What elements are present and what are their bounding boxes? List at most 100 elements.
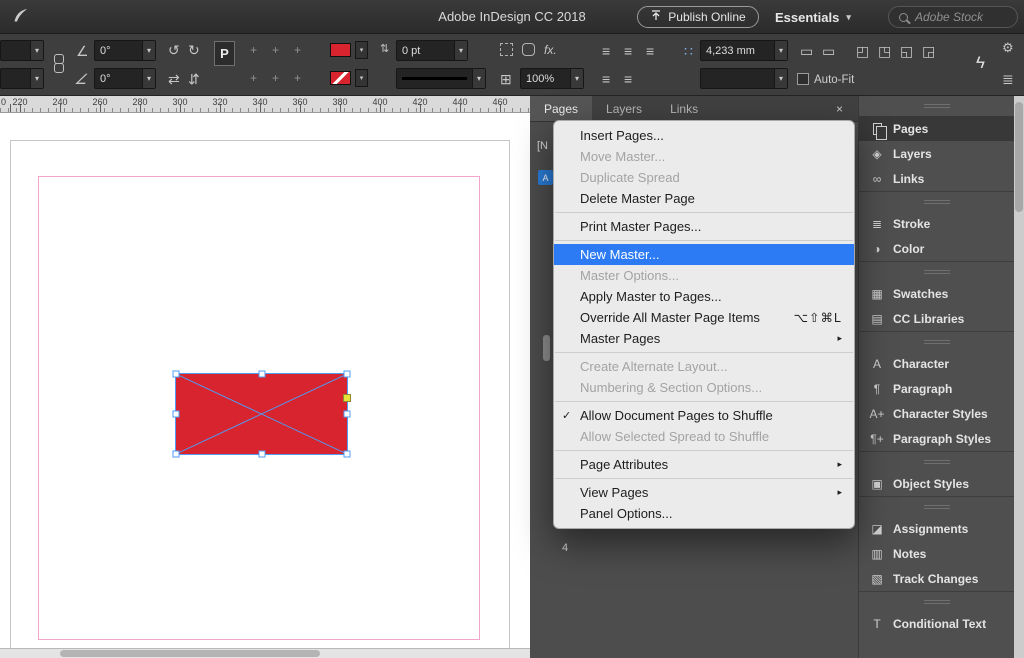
- transform-option-icon[interactable]: +: [272, 44, 279, 56]
- frame-handle-bottom-right[interactable]: [343, 450, 351, 458]
- fit-frame-icon[interactable]: ▭: [822, 44, 835, 58]
- horizontal-scrollbar-thumb[interactable]: [60, 650, 320, 657]
- space-evenly-icon[interactable]: ≡: [624, 72, 632, 86]
- dock-scrollbar-thumb[interactable]: [1015, 102, 1023, 212]
- preview-grid-icon[interactable]: ⊞: [500, 72, 512, 86]
- fill-color-swatch[interactable]: [330, 43, 351, 57]
- menu-item-panel-options[interactable]: Panel Options...: [554, 503, 854, 524]
- stroke-style-dropdown[interactable]: ▾: [396, 68, 486, 89]
- panel-group-grip[interactable]: [859, 496, 1014, 516]
- align-right-edge-icon[interactable]: ◳: [878, 44, 891, 58]
- menu-item-new-master[interactable]: New Master...: [554, 244, 854, 265]
- menu-item-delete-master-page[interactable]: Delete Master Page: [554, 188, 854, 209]
- tab-layers[interactable]: Layers: [592, 96, 656, 121]
- frame-handle-middle-right[interactable]: [343, 410, 351, 418]
- panel-group-grip[interactable]: [859, 451, 1014, 471]
- corner-options-handle[interactable]: [343, 394, 351, 402]
- align-left-edge-icon[interactable]: ◲: [922, 44, 935, 58]
- dock-scrollbar[interactable]: [1014, 96, 1024, 658]
- fill-swatch-menu[interactable]: ▾: [355, 41, 368, 59]
- frame-handle-bottom-left[interactable]: [172, 450, 180, 458]
- panel-item-pages[interactable]: Pages: [859, 116, 1014, 141]
- frame-handle-bottom-center[interactable]: [258, 450, 265, 458]
- quick-apply-lightning-icon[interactable]: ϟ: [976, 54, 985, 71]
- menu-item-page-attributes[interactable]: Page Attributes ▸: [554, 454, 854, 475]
- panel-group-grip[interactable]: [859, 191, 1014, 211]
- pages-panel-scrollbar-thumb[interactable]: [543, 335, 550, 361]
- frame-handle-top-center[interactable]: [258, 370, 265, 378]
- frame-handle-middle-left[interactable]: [172, 410, 180, 418]
- panel-item-notes[interactable]: ▥ Notes: [859, 541, 1014, 566]
- corner-size-field[interactable]: 4,233 mm ▾: [700, 40, 788, 61]
- menu-item-allow-document-pages-to-shuffle[interactable]: ✓ Allow Document Pages to Shuffle: [554, 405, 854, 426]
- auto-fit-checkbox[interactable]: [797, 73, 809, 85]
- panel-item-swatches[interactable]: ▦ Swatches: [859, 281, 1014, 306]
- document-canvas[interactable]: [0, 113, 530, 658]
- align-bottom-edge-icon[interactable]: ◱: [900, 44, 913, 58]
- reference-point-badge[interactable]: P: [214, 41, 235, 66]
- zoom-level-field[interactable]: 100% ▾: [520, 68, 584, 89]
- distribute-icon[interactable]: ≡: [602, 72, 610, 86]
- horizontal-scrollbar[interactable]: [0, 648, 530, 658]
- panel-item-object-styles[interactable]: ▣ Object Styles: [859, 471, 1014, 496]
- fitting-reference-dropdown[interactable]: ▾: [700, 68, 788, 89]
- scale-y-field[interactable]: ▾: [0, 68, 44, 89]
- rotation-angle-field[interactable]: 0° ▾: [94, 40, 156, 61]
- publish-online-button[interactable]: Publish Online: [637, 6, 759, 28]
- panel-group-grip[interactable]: [859, 96, 1014, 116]
- fit-content-icon[interactable]: ▭: [800, 44, 813, 58]
- a-master-chip[interactable]: A: [538, 170, 553, 185]
- stroke-weight-spinner-icon[interactable]: ⇅: [380, 44, 389, 55]
- panel-item-assignments[interactable]: ◪ Assignments: [859, 516, 1014, 541]
- transform-option-icon[interactable]: +: [250, 72, 257, 84]
- panel-item-paragraph-styles[interactable]: ¶+ Paragraph Styles: [859, 426, 1014, 451]
- frame-handle-top-right[interactable]: [343, 370, 351, 378]
- control-bar-menu-icon[interactable]: ≣: [1002, 72, 1014, 86]
- shear-angle-field[interactable]: 0° ▾: [94, 68, 156, 89]
- panel-item-color[interactable]: ◑ Color: [859, 236, 1014, 261]
- rotate-ccw-icon[interactable]: ↺: [168, 43, 180, 57]
- panel-item-stroke[interactable]: ≣ Stroke: [859, 211, 1014, 236]
- panel-group-grip[interactable]: [859, 591, 1014, 611]
- panel-group-grip[interactable]: [859, 331, 1014, 351]
- align-right-icon[interactable]: ≡: [646, 44, 654, 58]
- panel-item-cc-libraries[interactable]: ▤ CC Libraries: [859, 306, 1014, 331]
- corner-options-icon[interactable]: [522, 43, 535, 56]
- panel-item-layers[interactable]: ◈ Layers: [859, 141, 1014, 166]
- transform-option-icon[interactable]: +: [250, 44, 257, 56]
- panel-item-paragraph[interactable]: ¶ Paragraph: [859, 376, 1014, 401]
- horizontal-ruler[interactable]: 0 220 240 260 280 300 320 340 360 380 40…: [0, 96, 530, 113]
- transform-option-icon[interactable]: +: [294, 72, 301, 84]
- selected-red-frame[interactable]: [172, 370, 351, 458]
- rotate-cw-icon[interactable]: ↻: [188, 43, 200, 57]
- align-left-icon[interactable]: ≡: [602, 44, 610, 58]
- menu-item-override-all-master-page-items[interactable]: Override All Master Page Items ⌥⇧⌘L: [554, 307, 854, 328]
- frame-handle-top-left[interactable]: [172, 370, 180, 378]
- adobe-stock-search[interactable]: Adobe Stock: [888, 6, 1018, 28]
- tab-pages[interactable]: Pages: [530, 96, 593, 121]
- menu-item-master-pages[interactable]: Master Pages ▸: [554, 328, 854, 349]
- panel-item-track-changes[interactable]: ▧ Track Changes: [859, 566, 1014, 591]
- tab-links[interactable]: Links: [656, 96, 712, 121]
- menu-item-print-master-pages[interactable]: Print Master Pages...: [554, 216, 854, 237]
- panel-item-character-styles[interactable]: A+ Character Styles: [859, 401, 1014, 426]
- panel-item-conditional-text[interactable]: T Conditional Text: [859, 611, 1014, 636]
- master-none-partial-label[interactable]: [N: [537, 140, 548, 152]
- close-icon[interactable]: ×: [836, 102, 843, 116]
- align-center-icon[interactable]: ≡: [624, 44, 632, 58]
- stroke-swatch-menu[interactable]: ▾: [355, 69, 368, 87]
- transform-option-icon[interactable]: +: [294, 44, 301, 56]
- transform-option-icon[interactable]: +: [272, 72, 279, 84]
- flip-vertical-icon[interactable]: ⇵: [188, 72, 200, 86]
- workspace-switcher[interactable]: Essentials ▾: [775, 6, 851, 28]
- align-top-edge-icon[interactable]: ◰: [856, 44, 869, 58]
- frame-style-icon[interactable]: [500, 43, 513, 56]
- flip-horizontal-icon[interactable]: ⇄: [168, 72, 180, 86]
- menu-item-view-pages[interactable]: View Pages ▸: [554, 482, 854, 503]
- panel-item-links[interactable]: ∞ Links: [859, 166, 1014, 191]
- panel-group-grip[interactable]: [859, 261, 1014, 281]
- panel-item-character[interactable]: A Character: [859, 351, 1014, 376]
- effects-icon[interactable]: fx.: [544, 44, 557, 56]
- gear-icon[interactable]: ⚙: [1002, 41, 1014, 54]
- scale-x-field[interactable]: ▾: [0, 40, 44, 61]
